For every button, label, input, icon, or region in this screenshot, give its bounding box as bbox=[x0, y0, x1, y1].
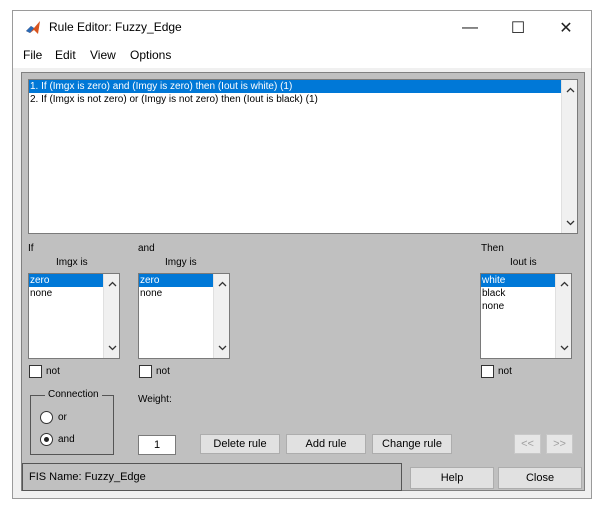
rule-item-1[interactable]: 1. If (Imgx is zero) and (Imgy is zero) … bbox=[29, 80, 562, 93]
imgx-not-label: not bbox=[46, 366, 60, 377]
scroll-down-icon[interactable] bbox=[214, 340, 229, 356]
menu-options[interactable]: Options bbox=[130, 48, 171, 62]
if-label: If bbox=[28, 243, 34, 254]
window-title: Rule Editor: Fuzzy_Edge bbox=[49, 20, 182, 34]
help-button[interactable]: Help bbox=[410, 467, 494, 489]
connection-group: Connection or and bbox=[30, 389, 114, 455]
scroll-down-icon[interactable] bbox=[556, 340, 571, 356]
rules-list[interactable]: 1. If (Imgx is zero) and (Imgy is zero) … bbox=[28, 79, 578, 234]
or-radio[interactable] bbox=[40, 411, 53, 424]
scroll-down-icon[interactable] bbox=[104, 340, 119, 356]
iout-label: Iout is bbox=[510, 257, 537, 268]
rule-editor-panel: 1. If (Imgx is zero) and (Imgy is zero) … bbox=[21, 72, 585, 491]
status-box: FIS Name: Fuzzy_Edge bbox=[22, 463, 402, 491]
weight-input[interactable]: 1 bbox=[138, 435, 176, 455]
menu-file[interactable]: File bbox=[23, 48, 42, 62]
imgx-membership-list[interactable]: zero none bbox=[28, 273, 120, 359]
and-radio-label: and bbox=[58, 434, 75, 445]
iout-option-white[interactable]: white bbox=[481, 274, 555, 287]
imgy-option-zero[interactable]: zero bbox=[139, 274, 213, 287]
imgy-option-none[interactable]: none bbox=[139, 287, 213, 300]
change-rule-button[interactable]: Change rule bbox=[372, 434, 452, 454]
imgy-not-label: not bbox=[156, 366, 170, 377]
imgx-label: Imgx is bbox=[56, 257, 88, 268]
close-button[interactable]: Close bbox=[498, 467, 582, 489]
rules-scrollbar[interactable] bbox=[561, 80, 577, 233]
imgx-option-zero[interactable]: zero bbox=[29, 274, 103, 287]
connection-title: Connection bbox=[45, 389, 102, 400]
delete-rule-button[interactable]: Delete rule bbox=[200, 434, 280, 454]
maximize-button[interactable]: ☐ bbox=[495, 13, 541, 43]
client-area: 1. If (Imgx is zero) and (Imgy is zero) … bbox=[12, 68, 592, 499]
add-rule-button[interactable]: Add rule bbox=[286, 434, 366, 454]
prev-button[interactable]: << bbox=[514, 434, 541, 454]
iout-option-none[interactable]: none bbox=[481, 300, 555, 313]
and-radio[interactable] bbox=[40, 433, 53, 446]
menu-view[interactable]: View bbox=[90, 48, 116, 62]
iout-not-checkbox[interactable] bbox=[481, 365, 494, 378]
iout-option-black[interactable]: black bbox=[481, 287, 555, 300]
rule-item-2[interactable]: 2. If (Imgx is not zero) or (Imgy is not… bbox=[29, 93, 562, 106]
weight-label: Weight: bbox=[138, 394, 172, 405]
title-bar: Rule Editor: Fuzzy_Edge — ☐ ✕ bbox=[12, 10, 592, 44]
imgy-label: Imgy is bbox=[165, 257, 197, 268]
imgx-scrollbar[interactable] bbox=[103, 274, 119, 358]
scroll-up-icon[interactable] bbox=[104, 276, 119, 292]
imgx-option-none[interactable]: none bbox=[29, 287, 103, 300]
scroll-down-icon[interactable] bbox=[562, 215, 577, 231]
then-label: Then bbox=[481, 243, 504, 254]
next-button[interactable]: >> bbox=[546, 434, 573, 454]
fis-name-status: FIS Name: Fuzzy_Edge bbox=[29, 471, 146, 483]
imgy-scrollbar[interactable] bbox=[213, 274, 229, 358]
menu-bar: File Edit View Options bbox=[12, 44, 592, 68]
imgy-membership-list[interactable]: zero none bbox=[138, 273, 230, 359]
iout-not-label: not bbox=[498, 366, 512, 377]
close-window-button[interactable]: ✕ bbox=[543, 13, 589, 43]
iout-scrollbar[interactable] bbox=[555, 274, 571, 358]
and-label: and bbox=[138, 243, 155, 254]
imgy-not-checkbox[interactable] bbox=[139, 365, 152, 378]
scroll-up-icon[interactable] bbox=[562, 82, 577, 98]
matlab-logo-icon bbox=[25, 20, 41, 36]
or-label: or bbox=[58, 412, 67, 423]
iout-membership-list[interactable]: white black none bbox=[480, 273, 572, 359]
menu-edit[interactable]: Edit bbox=[55, 48, 76, 62]
scroll-up-icon[interactable] bbox=[556, 276, 571, 292]
minimize-button[interactable]: — bbox=[447, 13, 493, 43]
imgx-not-checkbox[interactable] bbox=[29, 365, 42, 378]
scroll-up-icon[interactable] bbox=[214, 276, 229, 292]
